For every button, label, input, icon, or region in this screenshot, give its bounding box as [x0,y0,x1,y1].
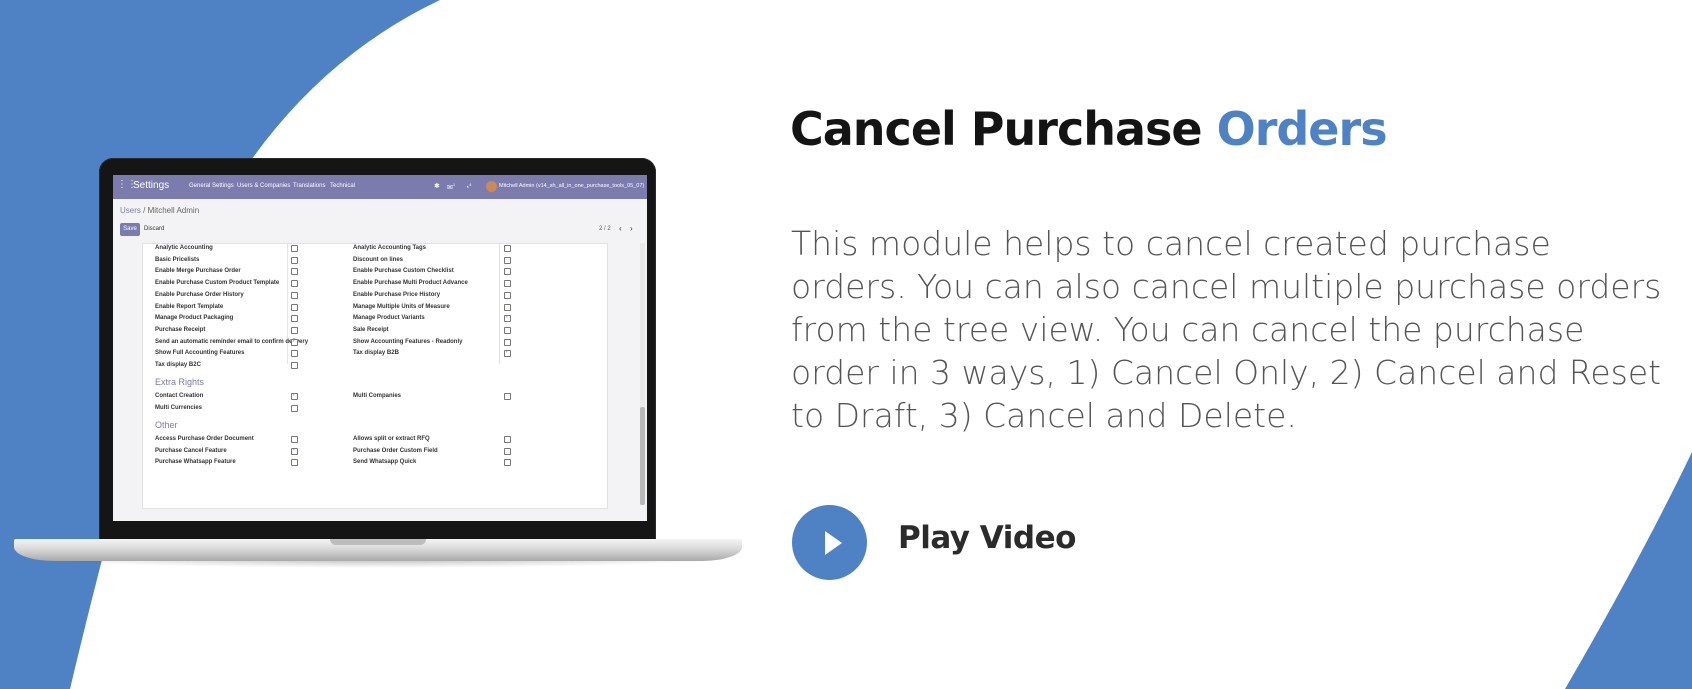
setting-label: Enable Purchase Custom Checklist [353,268,454,275]
title-main: Cancel Purchase [790,102,1203,156]
setting-checkbox[interactable] [291,362,298,369]
setting-checkbox[interactable] [504,393,511,400]
setting-label: Purchase Receipt [155,326,206,333]
avatar[interactable] [486,181,497,192]
form-sheet: Analytic Accounting Analytic Accounting T… [142,243,608,509]
column-divider [499,244,500,364]
breadcrumb: Users / Mitchell Admin [120,206,199,215]
setting-label: Analytic Accounting Tags [353,245,427,251]
setting-checkbox[interactable] [291,350,298,358]
setting-checkbox[interactable] [291,392,298,400]
setting-checkbox[interactable] [504,326,511,334]
setting-checkbox[interactable] [291,436,298,443]
setting-label: Show Full Accounting Features [155,350,245,357]
play-video-label[interactable]: Play Video [898,520,1076,556]
setting-checkbox[interactable] [504,256,511,264]
pager-value: 2 / 2 [599,226,611,232]
setting-checkbox[interactable] [504,268,511,276]
setting-checkbox[interactable] [504,314,511,323]
menu-general-settings[interactable]: General Settings [189,183,234,189]
page-title: Cancel Purchase Orders [790,102,1388,156]
breadcrumb-users-link[interactable]: Users [120,206,141,215]
setting-label: Tax display B2B [353,350,399,357]
setting-label: Analytic Accounting [155,245,213,251]
app-title: Settings [133,180,170,191]
setting-label: Allows split or extract RFQ [353,436,430,442]
setting-label: Multi Companies [353,393,402,399]
setting-checkbox[interactable] [504,349,511,358]
menu-users-companies[interactable]: Users & Companies [237,183,290,189]
setting-label: Manage Product Variants [353,315,425,322]
setting-checkbox[interactable] [504,245,511,252]
setting-checkbox[interactable] [291,326,298,334]
user-menu[interactable]: Mitchell Admin (v14_sh_all_in_one_purcha… [499,183,644,189]
bug-icon[interactable]: ✱ [434,182,440,190]
setting-label: Purchase Whatsapp Feature [155,459,236,466]
top-navbar: ⋮⋮ Settings General Settings Users & Com… [113,175,647,199]
setting-label: Multi Currencies [155,404,203,411]
menu-technical[interactable]: Technical [330,183,355,189]
chevron-left-icon[interactable]: ‹ [619,224,622,233]
menu-translations[interactable]: Translations [293,183,325,189]
setting-checkbox[interactable] [291,447,298,455]
laptop-notch [330,539,426,545]
setting-label: Tax display B2C [155,362,201,368]
setting-checkbox[interactable] [291,303,298,311]
chat-badge: 1 [452,182,456,187]
setting-checkbox[interactable] [291,404,298,412]
chat-icon[interactable]: ✉1 [447,182,455,191]
title-accent: Orders [1216,102,1388,156]
setting-checkbox[interactable] [504,436,511,443]
discard-button[interactable]: Discard [144,223,164,236]
setting-label: Show Accounting Features - Readonly [353,338,463,345]
setting-label: Send an automatic reminder email to conf… [155,338,309,345]
setting-label: Basic Pricelists [155,256,200,263]
setting-checkbox[interactable] [504,459,511,467]
section-title-other: Other [155,420,178,430]
setting-checkbox[interactable] [504,338,511,346]
setting-label: Purchase Cancel Feature [155,447,227,454]
setting-label: Contact Creation [155,393,204,399]
setting-checkbox[interactable] [291,256,298,264]
setting-checkbox[interactable] [291,338,298,346]
setting-checkbox[interactable] [291,268,298,276]
setting-label: Purchase Order Custom Field [353,447,438,454]
setting-label: Manage Product Packaging [155,315,234,322]
setting-checkbox[interactable] [504,291,511,299]
setting-label: Enable Purchase Price History [353,291,441,298]
setting-label: Send Whatsapp Quick [353,459,417,466]
setting-label: Enable Merge Purchase Order [155,268,241,275]
setting-label: Discount on lines [353,256,404,263]
setting-label: Enable Purchase Multi Product Advance [353,280,468,287]
scrollbar-thumb[interactable] [640,407,645,505]
section-title-extra-rights: Extra Rights [155,377,205,387]
setting-checkbox[interactable] [504,447,511,455]
setting-checkbox[interactable] [291,245,298,252]
setting-checkbox[interactable] [291,291,298,299]
setting-label: Enable Purchase Order History [155,291,244,298]
activity-icon[interactable]: ◔4 [465,182,471,191]
chevron-right-icon[interactable]: › [630,224,633,233]
activity-badge: 4 [469,182,472,187]
column-divider [287,244,288,364]
laptop-screen: ⋮⋮ Settings General Settings Users & Com… [113,175,647,521]
breadcrumb-separator: / [140,206,148,215]
module-description: This module helps to cancel created purc… [791,224,1662,435]
breadcrumb-current: Mitchell Admin [147,206,200,215]
setting-label: Enable Purchase Custom Product Template [155,280,280,287]
setting-checkbox[interactable] [504,303,511,311]
setting-checkbox[interactable] [291,280,298,288]
setting-checkbox[interactable] [291,459,298,467]
setting-checkbox[interactable] [504,280,511,288]
play-icon[interactable] [825,531,842,555]
setting-label: Enable Report Template [155,303,224,310]
setting-label: Manage Multiple Units of Measure [353,303,450,310]
setting-label: Access Purchase Order Document [155,436,254,442]
setting-label: Sale Receipt [353,326,389,333]
setting-checkbox[interactable] [291,315,298,323]
save-button[interactable]: Save [120,223,140,236]
